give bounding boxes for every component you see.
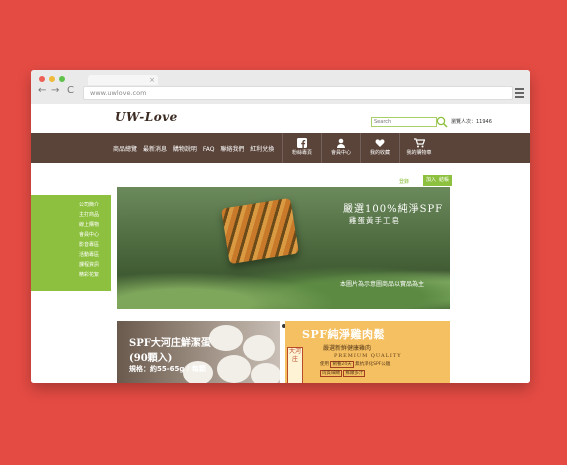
search-icon[interactable] (436, 116, 448, 128)
banner-subtitle: 雞蛋黃手工皂 (349, 216, 400, 225)
promo-floss-text: 使用 (320, 362, 329, 367)
banner-title: 嚴選100%純淨SPF (343, 204, 444, 215)
promo-floss-tag: 鮮嫩多汁 (343, 370, 366, 377)
promo-eggs-count: (90顆入) (129, 353, 173, 364)
back-arrow-icon[interactable]: ← (38, 85, 46, 97)
sidebar-item-about[interactable]: 公司簡介 (79, 201, 99, 208)
minimize-window-button[interactable] (49, 76, 55, 82)
promo-floss-tag: 飼養24天 (330, 361, 354, 368)
promo-floss-line1: 使用 飼養24天 無抗淨化SPF公雞 (320, 361, 391, 368)
cart-icon (413, 138, 425, 148)
nav-button-label: 我的收藏 (369, 150, 390, 156)
browser-tab[interactable]: × (88, 75, 158, 85)
address-url: www.uwlove.com (90, 89, 147, 97)
site-logo[interactable]: UW-Love (115, 110, 178, 124)
sidebar-item-video[interactable]: 影音專區 (79, 241, 99, 248)
address-bar[interactable]: www.uwlove.com (83, 86, 513, 100)
nav-links: 商品總覽 最新消息 購物說明 FAQ 聯絡我們 紅利兌換 (113, 144, 278, 153)
sidebar-item-courses[interactable]: 課程資訊 (79, 261, 99, 268)
nav-link-contact[interactable]: 聯絡我們 (220, 146, 244, 153)
browser-window: × ← → C www.uwlove.com UW-Love 瀏覽人次：1194… (31, 70, 530, 383)
soap-image (221, 197, 299, 265)
close-window-button[interactable] (39, 76, 45, 82)
promo-floss-text: 無抗淨化SPF公雞 (355, 362, 391, 367)
promo-floss-line2: 肉質細緻 鮮嫩多汁 (320, 370, 366, 377)
sidebar-menu: 公司簡介 主打商品 線上購物 會員中心 影音專區 活動專區 課程資訊 精彩花絮 (31, 195, 111, 291)
promo-chicken-floss[interactable]: SPF純淨雞肉鬆 嚴選新鮮健康雞肉 PREMIUM QUALITY 使用 飼養2… (285, 321, 450, 383)
login-link[interactable]: 登錄 (399, 178, 409, 185)
hero-banner[interactable]: 嚴選100%純淨SPF 雞蛋黃手工皂 本圖片為示意圖商品以實品為主 (117, 187, 450, 309)
facebook-icon (297, 138, 307, 148)
checkout-button[interactable]: 結帳 (436, 175, 453, 186)
heart-icon (375, 139, 385, 147)
menu-icon[interactable] (515, 88, 524, 100)
browser-chrome: × ← → C www.uwlove.com (31, 70, 530, 104)
promo-eggs-spec: 規格：約55-65g / 每顆 (129, 365, 206, 373)
egg-image (209, 325, 243, 351)
forward-arrow-icon[interactable]: → (51, 85, 59, 97)
nav-button-label: 我的購物車 (406, 150, 432, 156)
web-page: UW-Love 瀏覽人次：11946 商品總覽 最新消息 購物說明 FAQ 聯絡… (31, 104, 530, 383)
visitor-counter: 瀏覽人次：11946 (451, 119, 492, 125)
nav-button-cart[interactable]: 我的購物車 (399, 133, 438, 163)
sidebar-item-member[interactable]: 會員中心 (79, 231, 99, 238)
promo-floss-subtitle: 嚴選新鮮健康雞肉 (323, 345, 372, 352)
nav-button-favorites[interactable]: 我的收藏 (360, 133, 399, 163)
nav-link-faq[interactable]: FAQ (203, 146, 215, 153)
egg-image (217, 355, 251, 383)
tab-close-icon[interactable]: × (149, 75, 155, 85)
maximize-window-button[interactable] (59, 76, 65, 82)
nav-button-fanpage[interactable]: 粉絲專頁 (282, 133, 321, 163)
nav-button-member[interactable]: 會員中心 (321, 133, 360, 163)
main-navbar: 商品總覽 最新消息 購物說明 FAQ 聯絡我們 紅利兌換 粉絲專頁 會員中心 我… (31, 133, 530, 163)
nav-button-label: 會員中心 (330, 150, 351, 156)
nav-link-rewards[interactable]: 紅利兌換 (250, 146, 274, 153)
sidebar-item-shop[interactable]: 線上購物 (79, 221, 99, 228)
egg-image (243, 335, 275, 361)
promo-floss-quality: PREMIUM QUALITY (334, 353, 402, 359)
egg-image (251, 363, 280, 383)
banner-note: 本圖片為示意圖商品以實品為主 (340, 281, 425, 288)
sidebar-item-featured[interactable]: 主打商品 (79, 211, 99, 218)
promo-floss-tag: 肉質細緻 (320, 370, 342, 377)
promo-eggs-title: SPF大河庄鮮潔蛋 (129, 338, 211, 349)
brand-stamp: 大河庄 (287, 347, 303, 383)
sidebar-item-events[interactable]: 活動專區 (79, 251, 99, 258)
nav-link-products[interactable]: 商品總覽 (113, 146, 137, 153)
reload-icon[interactable]: C (67, 85, 74, 97)
sidebar-item-highlights[interactable]: 精彩花絮 (79, 271, 99, 278)
user-icon (337, 138, 345, 148)
promo-floss-title: SPF純淨雞肉鬆 (302, 328, 386, 341)
nav-button-label: 粉絲專頁 (291, 150, 312, 156)
search-input[interactable] (371, 117, 437, 127)
promo-eggs[interactable]: SPF大河庄鮮潔蛋 (90顆入) 規格：約55-65g / 每顆 (117, 321, 280, 383)
nav-link-shopping-guide[interactable]: 購物說明 (173, 146, 197, 153)
nav-link-news[interactable]: 最新消息 (143, 146, 167, 153)
